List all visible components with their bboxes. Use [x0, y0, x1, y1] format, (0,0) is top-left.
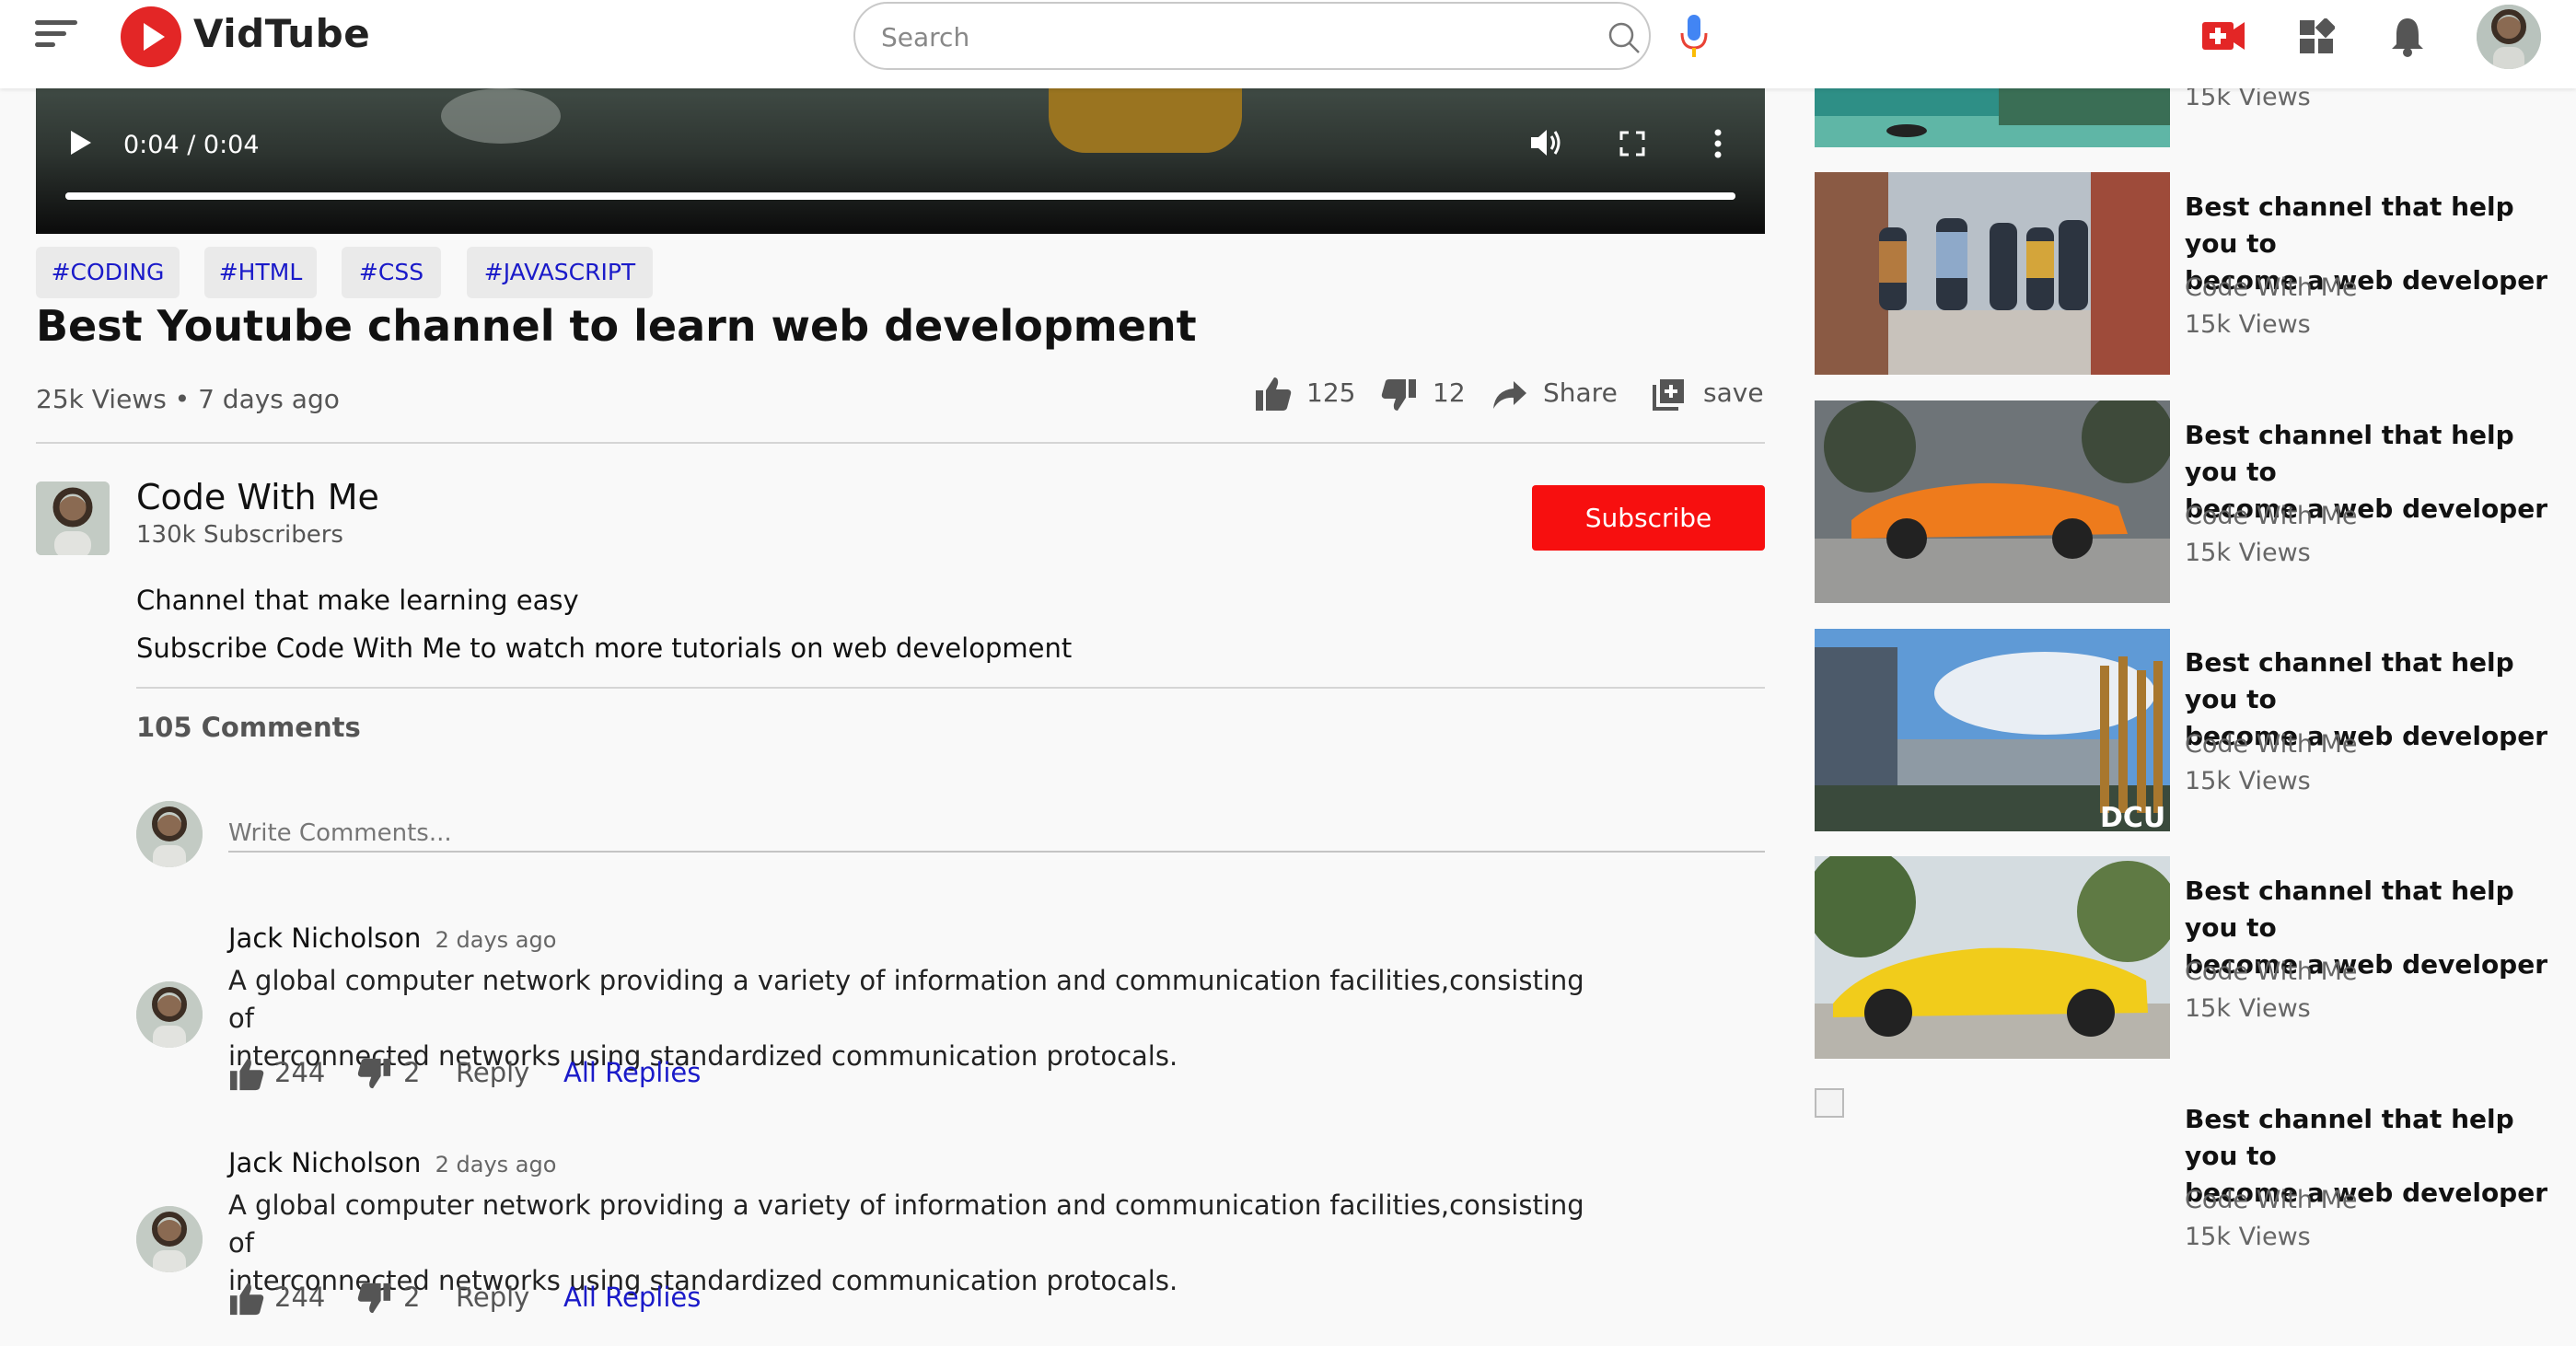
sidebar-video-views: 15k Views: [2185, 767, 2311, 795]
comment-text-line: A global computer network providing a va…: [228, 965, 1584, 1034]
sidebar-thumbnail[interactable]: [1815, 856, 2170, 1059]
sidebar-thumbnail[interactable]: [1815, 88, 2170, 147]
sidebar-thumbnail[interactable]: [1815, 172, 2170, 375]
sidebar-thumbnail[interactable]: [1815, 400, 2170, 603]
dislike-count: 12: [1433, 377, 1466, 408]
video-time: 0:04 / 0:04: [123, 131, 260, 159]
comment-like-count: 244: [274, 1282, 326, 1313]
thumbnail-logo-text: DCU: [2100, 802, 2165, 831]
comment-text-line: A global computer network providing a va…: [228, 1189, 1584, 1259]
comment-time: 2 days ago: [435, 1152, 557, 1178]
video-progress-bar[interactable]: [65, 192, 1735, 200]
create-video-icon[interactable]: [2200, 18, 2246, 53]
broken-image-icon[interactable]: [1815, 1088, 1844, 1118]
user-avatar[interactable]: [2477, 5, 2541, 69]
sidebar-channel-name[interactable]: Code With Me: [2185, 1186, 2358, 1214]
dislike-icon[interactable]: [1381, 377, 1418, 412]
sidebar-channel-name[interactable]: Code With Me: [2185, 957, 2358, 986]
channel-description: Channel that make learning easy: [136, 585, 579, 616]
logo-icon[interactable]: [121, 6, 181, 67]
sidebar-video-title-line[interactable]: Best channel that help you to: [2185, 644, 2571, 718]
more-options-icon[interactable]: [1713, 129, 1723, 158]
comment-text-line: interconnected networks using standardiz…: [228, 1040, 1178, 1072]
video-meta: 25k Views • 7 days ago: [36, 384, 340, 414]
divider: [36, 442, 1765, 444]
comment-dislike-icon[interactable]: [357, 1057, 392, 1090]
subscribe-button[interactable]: Subscribe: [1532, 485, 1765, 551]
channel-description-2: Subscribe Code With Me to watch more tut…: [136, 632, 1073, 664]
divider: [136, 687, 1765, 689]
current-user-avatar: [136, 801, 203, 867]
notifications-bell-icon[interactable]: [2390, 15, 2425, 57]
fullscreen-icon[interactable]: [1619, 131, 1645, 157]
channel-name[interactable]: Code With Me: [136, 477, 379, 517]
save-button[interactable]: save: [1703, 377, 1764, 408]
tag-css[interactable]: #CSS: [342, 247, 441, 298]
volume-icon[interactable]: [1529, 127, 1562, 158]
comment-like-count: 244: [274, 1057, 326, 1088]
comment-dislike-count: 2: [403, 1282, 421, 1313]
sidebar-video-views: 15k Views: [2185, 994, 2311, 1023]
reply-button[interactable]: Reply: [456, 1282, 529, 1313]
sidebar-video-views: 15k Views: [2185, 539, 2311, 567]
sidebar-video-views: 15k Views: [2185, 1223, 2311, 1251]
write-comment-input[interactable]: [228, 816, 1765, 853]
sidebar-channel-name[interactable]: Code With Me: [2185, 730, 2358, 759]
sidebar-video-title-line[interactable]: Best channel that help you to: [2185, 1101, 2571, 1175]
save-playlist-icon[interactable]: [1653, 377, 1686, 411]
video-title: Best Youtube channel to learn web develo…: [36, 301, 1197, 351]
sidebar-video-title-line[interactable]: Best channel that help you to: [2185, 189, 2571, 262]
sidebar-video-title-line[interactable]: Best channel that help you to: [2185, 873, 2571, 946]
comment-like-icon[interactable]: [228, 1282, 265, 1317]
tag-html[interactable]: #HTML: [204, 247, 317, 298]
top-navbar: VidTube: [0, 0, 2576, 88]
sidebar-channel-name[interactable]: Code With Me: [2185, 502, 2358, 530]
microphone-icon[interactable]: [1678, 13, 1710, 61]
comment-time: 2 days ago: [435, 927, 557, 953]
channel-avatar[interactable]: [36, 482, 110, 555]
app-logo-text[interactable]: VidTube: [193, 11, 370, 56]
search-bar: [853, 2, 1651, 70]
comment-author[interactable]: Jack Nicholson 2 days ago: [228, 922, 556, 954]
reply-button[interactable]: Reply: [456, 1057, 529, 1088]
comment-avatar[interactable]: [136, 981, 203, 1048]
video-frame-figure: [1049, 88, 1242, 153]
comment-author-name[interactable]: Jack Nicholson: [228, 1147, 421, 1178]
play-icon[interactable]: [69, 129, 93, 157]
comments-count: 105 Comments: [136, 712, 361, 743]
sidebar-video-title-line[interactable]: Best channel that help you to: [2185, 417, 2571, 491]
sidebar-thumbnail[interactable]: DCU: [1815, 629, 2170, 831]
like-icon[interactable]: [1254, 376, 1293, 412]
comment-like-icon[interactable]: [228, 1057, 265, 1092]
search-icon[interactable]: [1607, 20, 1642, 55]
search-input[interactable]: [881, 20, 1526, 53]
comment-dislike-count: 2: [403, 1057, 421, 1088]
video-page: { "app": {"name": "VidTube"}, "search": …: [0, 0, 2576, 1346]
comment-author-name[interactable]: Jack Nicholson: [228, 922, 421, 954]
comment-text-line: interconnected networks using standardiz…: [228, 1265, 1178, 1296]
video-frame-bird: [441, 88, 561, 144]
like-count: 125: [1306, 377, 1356, 408]
share-button[interactable]: Share: [1543, 377, 1618, 408]
share-icon[interactable]: [1491, 379, 1528, 411]
sidebar-channel-name[interactable]: Code With Me: [2185, 273, 2358, 302]
subscriber-count: 130k Subscribers: [136, 521, 343, 549]
comment-text: A global computer network providing a va…: [228, 1187, 1609, 1300]
sidebar-video-views: 15k Views: [2185, 310, 2311, 339]
tag-javascript[interactable]: #JAVASCRIPT: [467, 247, 653, 298]
all-replies-link[interactable]: All Replies: [563, 1282, 701, 1313]
comment-dislike-icon[interactable]: [357, 1282, 392, 1315]
all-replies-link[interactable]: All Replies: [563, 1057, 701, 1088]
comment-avatar[interactable]: [136, 1206, 203, 1272]
comment-text: A global computer network providing a va…: [228, 962, 1609, 1075]
video-player[interactable]: 0:04 / 0:04: [36, 88, 1765, 234]
tag-coding[interactable]: #CODING: [36, 247, 180, 298]
apps-icon[interactable]: [2298, 18, 2335, 55]
comment-author[interactable]: Jack Nicholson 2 days ago: [228, 1147, 556, 1178]
